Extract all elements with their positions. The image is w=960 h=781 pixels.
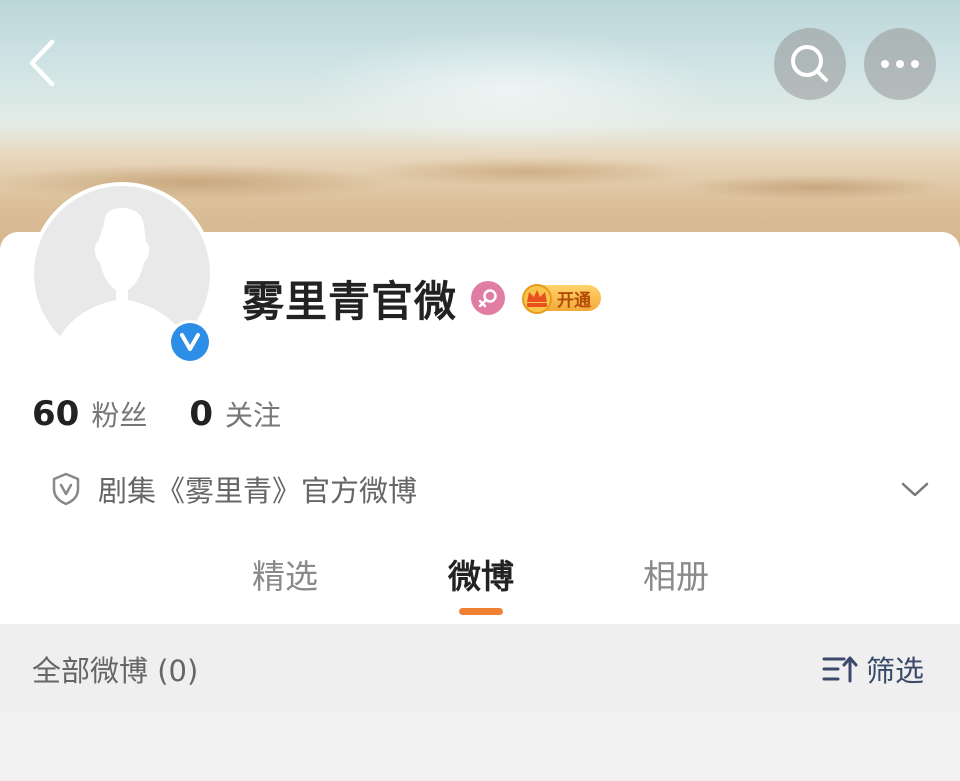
- vip-open-badge[interactable]: 开通: [519, 282, 602, 314]
- name-row: 雾里青官微 开通: [242, 270, 602, 326]
- followers-label: 粉丝: [91, 399, 148, 432]
- followers-stat[interactable]: 60 粉丝: [32, 394, 147, 434]
- sort-filter-icon: [822, 656, 858, 683]
- chevron-down-icon[interactable]: [900, 479, 930, 499]
- shield-v-icon: [52, 472, 80, 506]
- following-stat[interactable]: 0 关注: [189, 394, 281, 434]
- tab-weibo[interactable]: 微博: [421, 550, 541, 598]
- verified-v-icon: [180, 333, 200, 351]
- back-chevron-icon: [29, 39, 55, 87]
- search-icon: [791, 45, 828, 82]
- bio-row[interactable]: 剧集《雾里青》官方微博: [50, 464, 930, 514]
- back-button[interactable]: [22, 36, 66, 90]
- filter-button[interactable]: 筛选: [822, 648, 924, 690]
- followers-count: 60: [32, 394, 80, 434]
- search-button[interactable]: [774, 28, 846, 100]
- cover-haze: [300, 30, 720, 150]
- filter-label: 筛选: [866, 654, 925, 688]
- active-tab-indicator: [459, 608, 503, 615]
- verified-badge: [168, 320, 212, 364]
- all-weibo-label: 全部微博 (0): [32, 654, 199, 688]
- username: 雾里青官微: [242, 276, 458, 326]
- crown-icon: [522, 284, 553, 314]
- bio-text: 剧集《雾里青》官方微博: [98, 474, 418, 508]
- more-button[interactable]: [864, 28, 936, 100]
- following-count: 0: [189, 394, 214, 434]
- following-label: 关注: [225, 399, 282, 432]
- tab-featured[interactable]: 精选: [225, 550, 345, 598]
- more-dots-icon: [881, 60, 919, 68]
- female-icon: [471, 281, 506, 315]
- profile-stats: 60 粉丝 0 关注: [32, 394, 281, 442]
- feed-header: 全部微博 (0) 筛选: [0, 624, 960, 712]
- tab-album[interactable]: 相册: [616, 550, 736, 598]
